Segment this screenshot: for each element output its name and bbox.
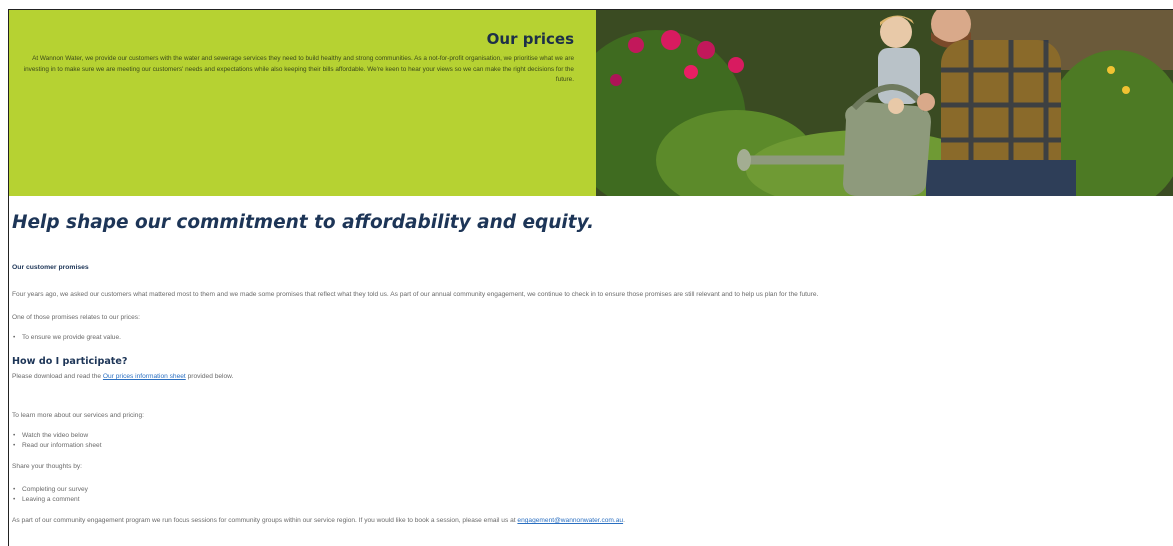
focus-sessions-text: As part of our community engagement prog… xyxy=(12,517,625,524)
participate-heading: How do I participate? xyxy=(12,356,128,367)
engagement-email-link[interactable]: engagement@wannonwater.com.au xyxy=(517,517,623,524)
list-item: Completing our survey xyxy=(12,485,88,495)
hero-photo xyxy=(596,10,1173,196)
list-item: To ensure we provide great value. xyxy=(12,333,121,343)
learn-list: Watch the video below Read our informati… xyxy=(12,431,102,451)
main-headline: Help shape our commitment to affordabili… xyxy=(12,212,595,233)
promises-heading: Our customer promises xyxy=(12,264,89,271)
promises-text: Four years ago, we asked our customers w… xyxy=(12,291,819,298)
list-item: Leaving a comment xyxy=(12,495,88,505)
share-intro: Share your thoughts by: xyxy=(12,463,83,470)
hero-text-panel: Our prices At Wannon Water, we provide o… xyxy=(9,10,596,196)
hero-description: At Wannon Water, we provide our customer… xyxy=(23,55,574,83)
page-frame: Our prices At Wannon Water, we provide o… xyxy=(8,9,1173,546)
list-item: Read our information sheet xyxy=(12,441,102,451)
garden-photo-illustration xyxy=(596,10,1173,196)
prices-information-sheet-link[interactable]: Our prices information sheet xyxy=(103,373,186,380)
page-title: Our prices xyxy=(486,30,574,48)
hero-banner: Our prices At Wannon Water, we provide o… xyxy=(9,10,1173,196)
share-list: Completing our survey Leaving a comment xyxy=(12,485,88,505)
promises-intro: One of those promises relates to our pri… xyxy=(12,314,140,321)
promises-list: To ensure we provide great value. xyxy=(12,333,121,343)
participate-text: Please download and read the Our prices … xyxy=(12,373,234,380)
list-item: Watch the video below xyxy=(12,431,102,441)
learn-intro: To learn more about our services and pri… xyxy=(12,412,144,419)
